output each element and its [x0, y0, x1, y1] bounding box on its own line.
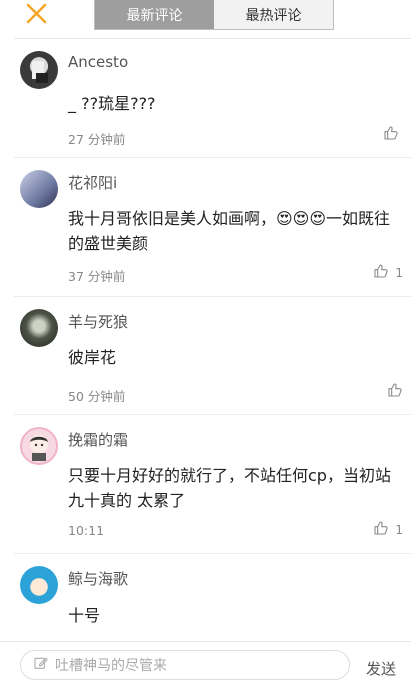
avatar[interactable] [20, 427, 58, 465]
like-count: 1 [395, 265, 403, 280]
comment-input[interactable]: 吐槽神马的尽管来 [20, 650, 350, 680]
comment-item: 羊与死狼 彼岸花 50 分钟前 [14, 297, 411, 415]
like-button[interactable]: 1 [373, 520, 403, 539]
comment-author[interactable]: 花祁阳i [68, 172, 117, 193]
avatar[interactable] [20, 170, 58, 208]
like-button[interactable] [383, 125, 403, 144]
tab-latest-comments[interactable]: 最新评论 [95, 0, 214, 29]
send-button[interactable]: 发送 [366, 658, 396, 679]
avatar[interactable] [20, 309, 58, 347]
thumbs-up-icon [383, 125, 399, 144]
like-button[interactable]: 1 [373, 263, 403, 282]
like-button[interactable] [387, 382, 403, 401]
thumbs-up-icon [373, 263, 389, 282]
avatar[interactable] [20, 566, 58, 604]
comment-author[interactable]: 鲸与海歌 [68, 568, 128, 589]
comment-author[interactable]: Ancesto [68, 53, 128, 71]
comment-time: 37 分钟前 [68, 269, 126, 284]
comment-author[interactable]: 挽霜的霜 [68, 429, 128, 450]
edit-icon [33, 655, 55, 675]
comment-item: Ancesto _ ??琉星??? 27 分钟前 [14, 39, 411, 158]
comment-input-placeholder: 吐槽神马的尽管来 [55, 658, 167, 674]
comment-text: 彼岸花 [68, 348, 117, 367]
thumbs-up-icon [373, 520, 389, 539]
comment-text: 十号 [68, 606, 101, 625]
tab-hot-comments[interactable]: 最热评论 [214, 0, 333, 29]
avatar[interactable] [20, 51, 58, 89]
header: 最新评论 最热评论 [0, 0, 411, 36]
comment-time: 10:11 [68, 523, 105, 538]
comment-text: 只要十月好好的就行了，不站任何cp，当初站九十真的 太累了 [68, 466, 391, 510]
comment-tabs: 最新评论 最热评论 [94, 0, 334, 30]
comment-time: 50 分钟前 [68, 389, 126, 404]
like-count: 1 [395, 522, 403, 537]
comment-text: _ ??琉星??? [68, 94, 156, 113]
comment-time: 27 分钟前 [68, 132, 126, 147]
close-icon[interactable] [22, 0, 52, 30]
comment-item: 花祁阳i 我十月哥依旧是美人如画啊，😍😍😍一如既往的盛世美颜 37 分钟前 1 [14, 158, 411, 297]
comment-text: 我十月哥依旧是美人如画啊，😍😍😍一如既往的盛世美颜 [68, 209, 391, 253]
comment-list: Ancesto _ ??琉星??? 27 分钟前 花祁阳i 我十月哥依旧是美人如… [0, 39, 411, 644]
comment-item: 挽霜的霜 只要十月好好的就行了，不站任何cp，当初站九十真的 太累了 10:11… [14, 415, 411, 554]
comment-composer: 吐槽神马的尽管来 发送 [0, 641, 411, 682]
comment-item: 鲸与海歌 十号 [14, 554, 411, 644]
comment-author[interactable]: 羊与死狼 [68, 311, 128, 332]
thumbs-up-icon [387, 382, 403, 401]
